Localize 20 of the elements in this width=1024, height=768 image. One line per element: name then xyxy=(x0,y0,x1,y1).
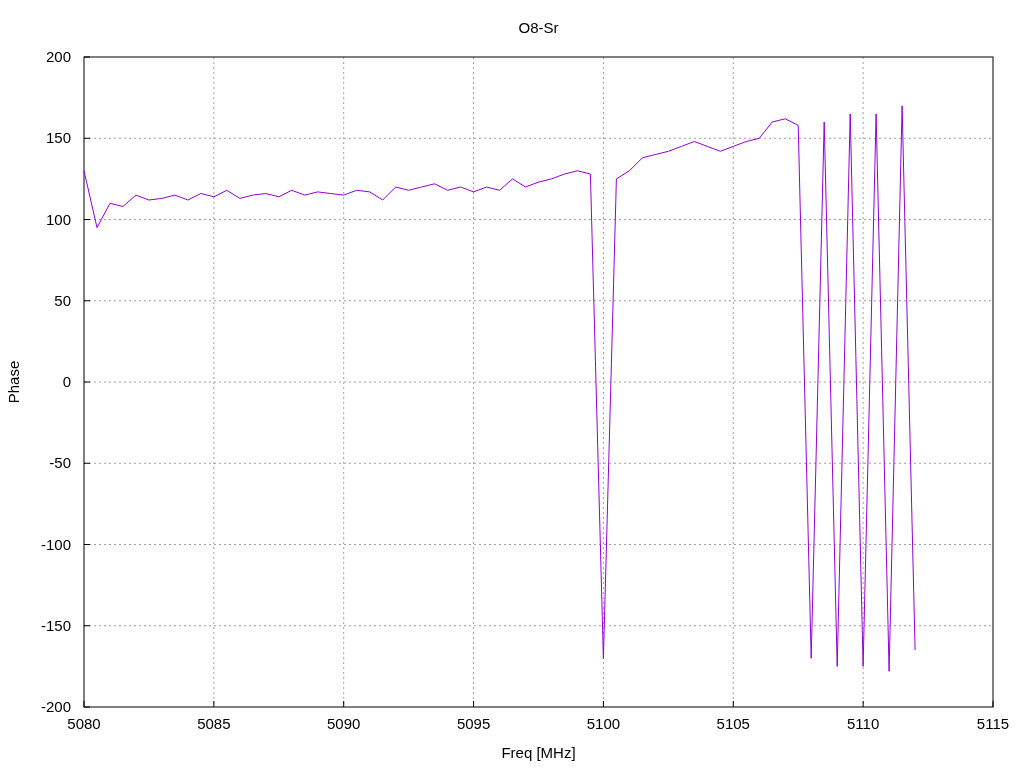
y-tick-label: -100 xyxy=(40,535,71,553)
x-tick-label: 5105 xyxy=(716,715,750,732)
y-axis-label: Phase xyxy=(5,360,22,404)
y-tick-label: 0 xyxy=(62,373,71,390)
x-tick-label: 5080 xyxy=(67,715,101,732)
y-tick-label: 200 xyxy=(45,48,71,65)
y-tick-label: 50 xyxy=(54,291,71,309)
x-tick-label: 5110 xyxy=(847,715,880,732)
y-tick-label: -200 xyxy=(40,698,71,715)
x-tick-label: 5100 xyxy=(586,715,621,732)
y-tick-label: -150 xyxy=(40,616,71,634)
x-tick-label: 5115 xyxy=(976,715,1010,732)
chart-title: O8-Sr xyxy=(518,19,559,36)
y-tick-label: -50 xyxy=(49,454,71,472)
y-tick-label: 100 xyxy=(45,210,71,228)
x-tick-label: 5095 xyxy=(456,715,491,732)
y-tick-label: 150 xyxy=(45,129,71,147)
x-tick-label: 5090 xyxy=(327,715,361,732)
x-axis-label: Freq [MHz] xyxy=(501,744,576,761)
x-tick-label: 5085 xyxy=(197,715,231,732)
